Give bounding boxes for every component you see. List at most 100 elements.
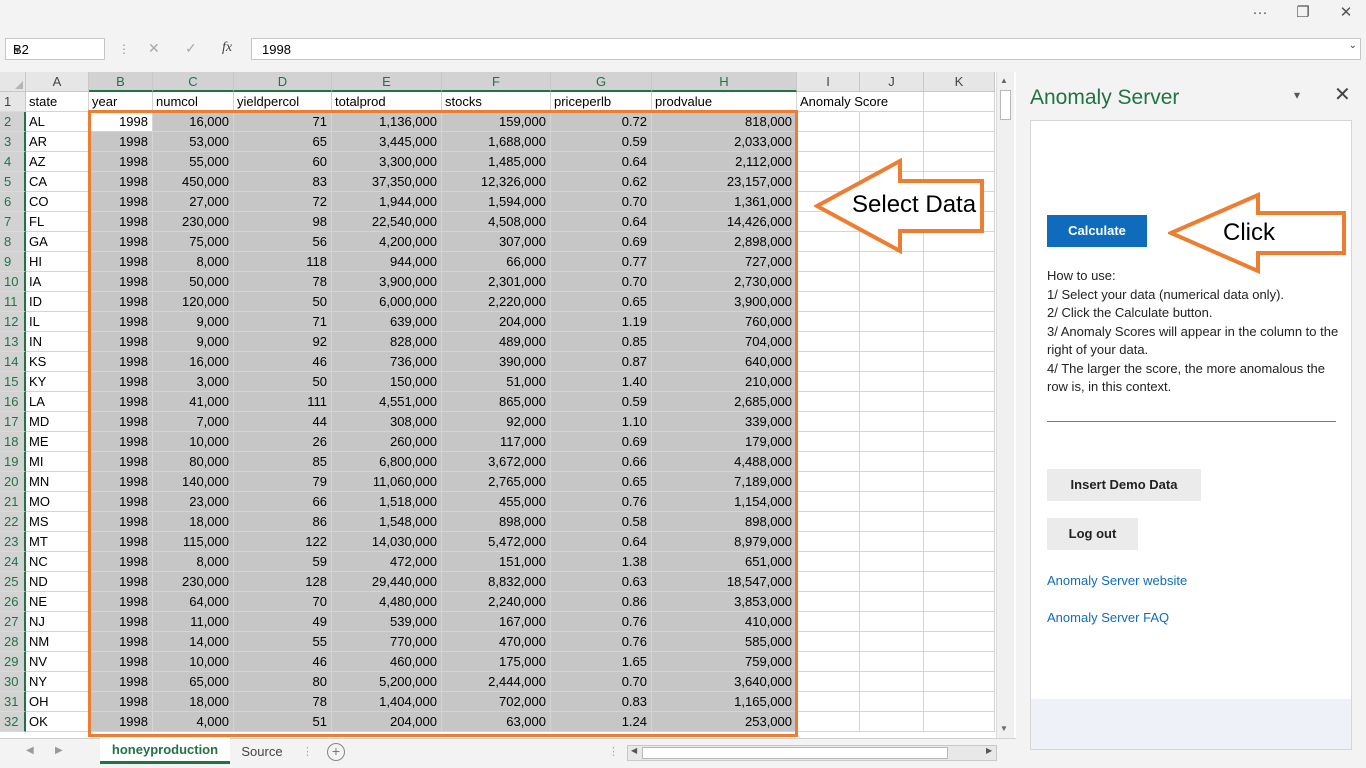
data-cell[interactable]: 117,000 bbox=[442, 432, 551, 452]
data-cell[interactable]: 46 bbox=[234, 352, 332, 372]
data-cell[interactable] bbox=[797, 352, 860, 372]
data-cell[interactable] bbox=[860, 132, 924, 152]
vertical-scrollbar[interactable]: ▲ ▼ bbox=[996, 72, 1014, 738]
row-header[interactable]: 3 bbox=[0, 132, 26, 152]
row-header[interactable]: 7 bbox=[0, 212, 26, 232]
data-cell[interactable] bbox=[924, 112, 995, 132]
data-cell[interactable]: 1998 bbox=[89, 572, 153, 592]
data-cell[interactable]: 50,000 bbox=[153, 272, 234, 292]
data-cell[interactable]: 3,445,000 bbox=[332, 132, 442, 152]
row-header[interactable]: 17 bbox=[0, 412, 26, 432]
log-out-button[interactable]: Log out bbox=[1047, 518, 1138, 550]
data-cell[interactable]: 55,000 bbox=[153, 152, 234, 172]
data-cell[interactable]: 204,000 bbox=[332, 712, 442, 732]
data-cell[interactable]: 1998 bbox=[89, 332, 153, 352]
data-cell[interactable]: IN bbox=[26, 332, 89, 352]
data-cell[interactable]: 410,000 bbox=[652, 612, 797, 632]
data-cell[interactable]: 14,000 bbox=[153, 632, 234, 652]
select-all-corner[interactable] bbox=[0, 72, 26, 92]
row-header[interactable]: 2 bbox=[0, 112, 26, 132]
row-header[interactable]: 29 bbox=[0, 652, 26, 672]
data-cell[interactable] bbox=[797, 452, 860, 472]
data-cell[interactable]: 944,000 bbox=[332, 252, 442, 272]
header-cell[interactable]: year bbox=[89, 92, 153, 112]
data-cell[interactable]: 2,730,000 bbox=[652, 272, 797, 292]
data-cell[interactable]: 49 bbox=[234, 612, 332, 632]
data-cell[interactable]: 37,350,000 bbox=[332, 172, 442, 192]
data-cell[interactable] bbox=[797, 132, 860, 152]
data-cell[interactable]: 59 bbox=[234, 552, 332, 572]
row-header[interactable]: 21 bbox=[0, 492, 26, 512]
data-cell[interactable]: 1.65 bbox=[551, 652, 652, 672]
data-cell[interactable] bbox=[797, 112, 860, 132]
data-cell[interactable]: 1998 bbox=[89, 212, 153, 232]
add-sheet-icon[interactable]: + bbox=[327, 743, 345, 761]
data-cell[interactable]: 22,540,000 bbox=[332, 212, 442, 232]
data-cell[interactable]: 7,000 bbox=[153, 412, 234, 432]
data-cell[interactable]: 1.38 bbox=[551, 552, 652, 572]
enter-icon[interactable]: ✓ bbox=[185, 40, 197, 57]
data-cell[interactable]: 0.76 bbox=[551, 612, 652, 632]
close-window-icon[interactable]: ✕ bbox=[1332, 3, 1360, 23]
data-cell[interactable]: 5,472,000 bbox=[442, 532, 551, 552]
data-cell[interactable]: 460,000 bbox=[332, 652, 442, 672]
data-cell[interactable]: KY bbox=[26, 372, 89, 392]
data-cell[interactable] bbox=[924, 432, 995, 452]
data-cell[interactable] bbox=[797, 392, 860, 412]
data-cell[interactable]: 898,000 bbox=[652, 512, 797, 532]
data-cell[interactable]: 111 bbox=[234, 392, 332, 412]
column-header-c[interactable]: C bbox=[153, 72, 234, 92]
active-cell[interactable]: 1998 bbox=[89, 112, 153, 132]
data-cell[interactable] bbox=[924, 252, 995, 272]
data-cell[interactable]: 9,000 bbox=[153, 332, 234, 352]
data-cell[interactable] bbox=[860, 512, 924, 532]
data-cell[interactable]: 2,685,000 bbox=[652, 392, 797, 412]
data-cell[interactable]: 115,000 bbox=[153, 532, 234, 552]
data-cell[interactable] bbox=[860, 572, 924, 592]
data-cell[interactable] bbox=[924, 672, 995, 692]
data-cell[interactable]: 3,640,000 bbox=[652, 672, 797, 692]
data-cell[interactable] bbox=[924, 372, 995, 392]
data-cell[interactable] bbox=[860, 452, 924, 472]
data-cell[interactable] bbox=[797, 692, 860, 712]
data-cell[interactable]: 4,480,000 bbox=[332, 592, 442, 612]
scroll-down-icon[interactable]: ▼ bbox=[1000, 724, 1008, 733]
data-cell[interactable]: 1.10 bbox=[551, 412, 652, 432]
data-cell[interactable]: 41,000 bbox=[153, 392, 234, 412]
column-header-a[interactable]: A bbox=[26, 72, 89, 92]
row-header[interactable]: 19 bbox=[0, 452, 26, 472]
scroll-up-icon[interactable]: ▲ bbox=[1000, 76, 1008, 85]
row-header[interactable]: 23 bbox=[0, 532, 26, 552]
column-header-f[interactable]: F bbox=[442, 72, 551, 92]
data-cell[interactable] bbox=[860, 332, 924, 352]
row-header[interactable]: 30 bbox=[0, 672, 26, 692]
row-header[interactable]: 4 bbox=[0, 152, 26, 172]
data-cell[interactable]: 1998 bbox=[89, 632, 153, 652]
data-cell[interactable]: 79 bbox=[234, 472, 332, 492]
data-cell[interactable]: 23,157,000 bbox=[652, 172, 797, 192]
data-cell[interactable]: 4,508,000 bbox=[442, 212, 551, 232]
data-cell[interactable]: 307,000 bbox=[442, 232, 551, 252]
data-cell[interactable]: 8,832,000 bbox=[442, 572, 551, 592]
data-cell[interactable] bbox=[860, 492, 924, 512]
data-cell[interactable] bbox=[924, 572, 995, 592]
data-cell[interactable]: AL bbox=[26, 112, 89, 132]
data-cell[interactable]: 18,000 bbox=[153, 512, 234, 532]
data-cell[interactable]: 0.76 bbox=[551, 492, 652, 512]
data-cell[interactable]: 1998 bbox=[89, 552, 153, 572]
data-cell[interactable]: CA bbox=[26, 172, 89, 192]
row-header[interactable]: 28 bbox=[0, 632, 26, 652]
data-cell[interactable]: 83 bbox=[234, 172, 332, 192]
row-header[interactable]: 14 bbox=[0, 352, 26, 372]
data-cell[interactable] bbox=[797, 512, 860, 532]
data-cell[interactable]: ME bbox=[26, 432, 89, 452]
data-cell[interactable]: 0.65 bbox=[551, 472, 652, 492]
data-cell[interactable]: MI bbox=[26, 452, 89, 472]
chevron-down-icon[interactable]: ▼ bbox=[13, 40, 100, 60]
data-cell[interactable]: 1998 bbox=[89, 152, 153, 172]
data-cell[interactable]: 760,000 bbox=[652, 312, 797, 332]
data-cell[interactable]: 92 bbox=[234, 332, 332, 352]
vertical-scroll-thumb[interactable] bbox=[1000, 90, 1011, 120]
data-cell[interactable] bbox=[860, 472, 924, 492]
data-cell[interactable]: 10,000 bbox=[153, 652, 234, 672]
